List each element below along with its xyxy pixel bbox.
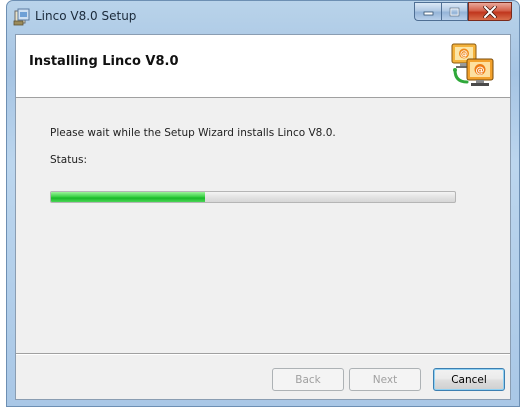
cancel-button[interactable]: Cancel [433, 368, 505, 391]
back-button[interactable]: Back [272, 368, 344, 391]
status-label: Status: [50, 154, 87, 166]
next-button[interactable]: Next [349, 368, 421, 391]
wizard-banner: Installing Linco V8.0 @ @ [16, 35, 510, 98]
minimize-icon [423, 11, 433, 15]
close-button[interactable] [468, 2, 512, 21]
svg-text:@: @ [476, 66, 485, 76]
maximize-button[interactable] [441, 2, 468, 21]
title-bar[interactable]: Linco V8.0 Setup [7, 1, 519, 34]
close-icon [483, 5, 497, 18]
install-progress-bar [50, 191, 456, 203]
maximize-icon [449, 7, 460, 16]
network-computers-icon: @ @ [451, 43, 494, 86]
wizard-client-area: Installing Linco V8.0 @ @ Please wait wh… [15, 34, 511, 400]
window-title: Linco V8.0 Setup [35, 9, 137, 23]
svg-text:@: @ [460, 50, 468, 59]
setup-window: Linco V8.0 Setup Installing Linco V8.0 @… [6, 0, 520, 407]
installer-app-icon [13, 8, 30, 26]
page-title: Installing Linco V8.0 [29, 54, 179, 69]
minimize-button[interactable] [414, 2, 441, 21]
status-message: Please wait while the Setup Wizard insta… [50, 127, 336, 139]
button-separator [16, 353, 510, 355]
caption-buttons [414, 2, 512, 22]
install-progress-fill [51, 192, 205, 202]
